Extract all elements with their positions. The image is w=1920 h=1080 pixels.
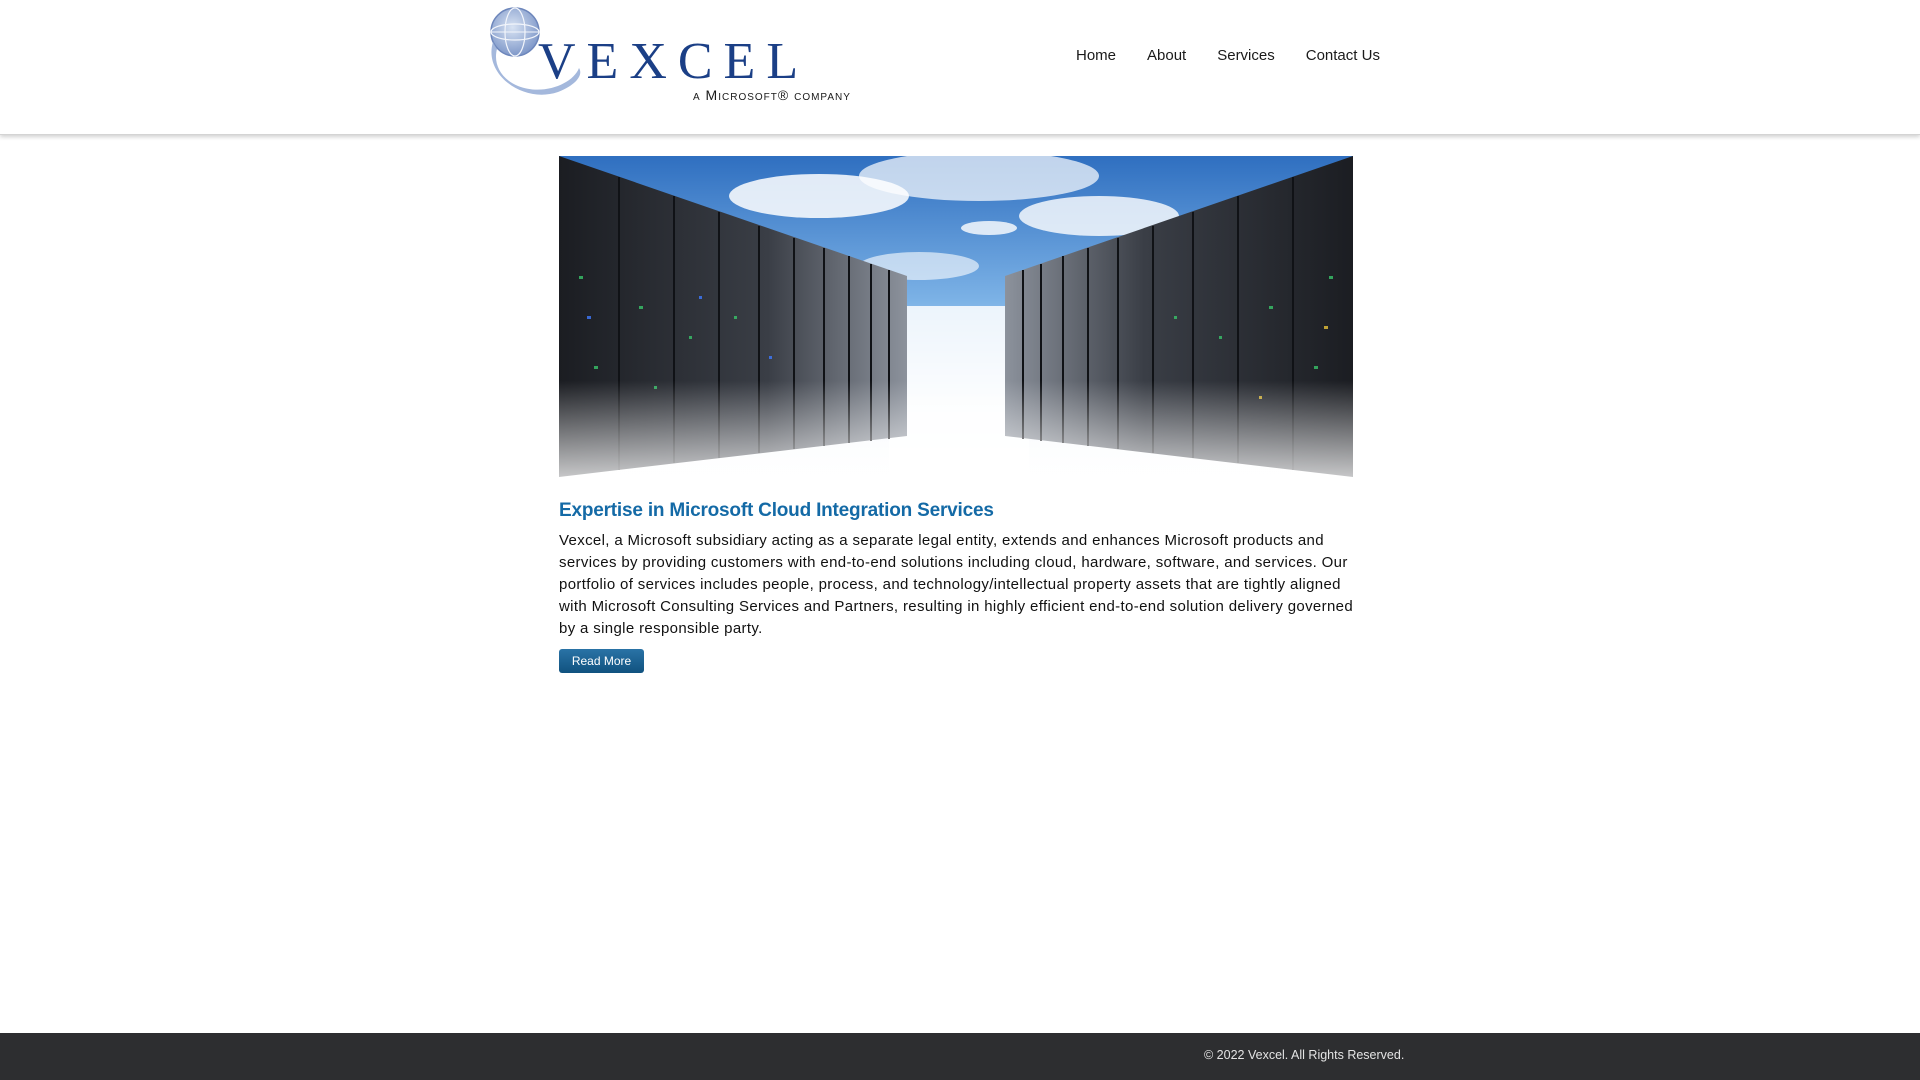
- nav-home[interactable]: Home: [1076, 47, 1116, 65]
- page-title: Expertise in Microsoft Cloud Integration…: [559, 500, 994, 521]
- nav-services[interactable]: Services: [1217, 47, 1275, 65]
- logo-tagline: a Microsoft® company: [693, 87, 851, 103]
- server-racks-image: [559, 156, 1353, 477]
- site-header: VEXCEL a Microsoft® company Home About S…: [0, 0, 1920, 135]
- nav-about[interactable]: About: [1147, 47, 1186, 65]
- nav-contact-us[interactable]: Contact Us: [1306, 47, 1380, 65]
- main-nav: Home About Services Contact Us: [1076, 47, 1380, 65]
- site-footer: © 2022 Vexcel. All Rights Reserved.: [0, 1033, 1920, 1080]
- intro-paragraph: Vexcel, a Microsoft subsidiary acting as…: [559, 532, 1354, 637]
- copyright-text: © 2022 Vexcel. All Rights Reserved.: [1204, 1048, 1405, 1062]
- read-more-button[interactable]: Read More: [559, 649, 644, 673]
- logo-wordmark: VEXCEL: [538, 33, 810, 90]
- vexcel-logo[interactable]: VEXCEL a Microsoft® company: [483, 4, 863, 106]
- hero-image: [559, 156, 1353, 477]
